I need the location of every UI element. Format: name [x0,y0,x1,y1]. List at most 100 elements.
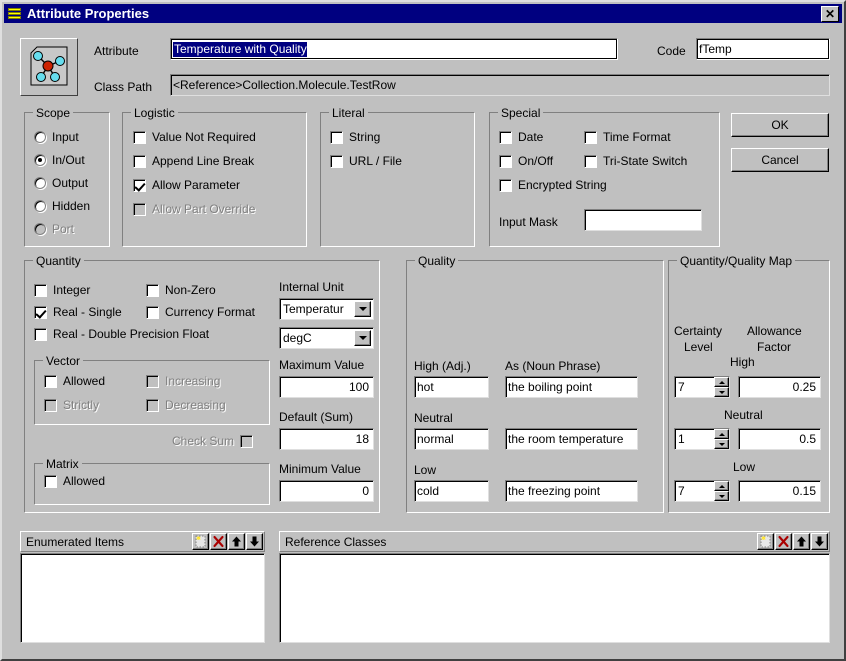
move-up-icon[interactable] [228,533,245,550]
spinner-buttons[interactable] [714,377,729,397]
ok-button[interactable]: OK [731,113,829,137]
checkbox-onoff[interactable]: On/Off [499,154,553,168]
high-allowance-value: 0.25 [793,381,816,393]
quality-low-adj-input[interactable]: cold [414,480,489,502]
radio-scope-input[interactable]: Input [34,130,79,144]
move-down-icon[interactable] [811,533,828,550]
low-certainty-spinner[interactable]: 7 [674,480,730,502]
new-item-icon[interactable] [192,533,209,550]
spinner-down-icon[interactable] [714,387,729,397]
radio-scope-output[interactable]: Output [34,176,88,190]
attribute-input[interactable]: Temperature with Quality [170,38,618,60]
checkbox-append-line-break-label: Append Line Break [152,154,254,168]
checkbox-indicator [133,155,146,168]
unit-combo[interactable]: degC [279,327,374,349]
checkbox-indicator [584,131,597,144]
enumerated-items-list[interactable] [20,553,265,643]
quality-high-adj-input[interactable]: hot [414,376,489,398]
quality-neutral-noun-input[interactable]: the room temperature [505,428,638,450]
close-icon[interactable]: ✕ [821,6,839,22]
checkbox-time-format[interactable]: Time Format [584,130,671,144]
move-down-icon[interactable] [246,533,263,550]
quality-high-noun-input[interactable]: the boiling point [505,376,638,398]
checkbox-indicator [44,475,57,488]
checkbox-matrix-allowed[interactable]: Allowed [44,474,105,488]
minimum-value-text: 0 [362,485,369,497]
new-item-icon[interactable] [757,533,774,550]
enumerated-items-title: Enumerated Items [26,535,124,549]
quality-low-adj-value: cold [417,485,439,497]
default-sum-input[interactable]: 18 [279,428,374,450]
spinner-up-icon[interactable] [714,481,729,491]
delete-item-icon[interactable] [775,533,792,550]
code-input[interactable]: fTemp [696,38,830,60]
cancel-button[interactable]: Cancel [731,148,829,172]
checkbox-allow-part-override-label: Allow Part Override [152,202,255,216]
checkbox-currency-format[interactable]: Currency Format [146,305,255,319]
high-allowance-input[interactable]: 0.25 [738,376,821,398]
quality-low-noun-input[interactable]: the freezing point [505,480,638,502]
checkbox-indicator [499,179,512,192]
literal-caption: Literal [329,106,368,120]
checkbox-append-line-break[interactable]: Append Line Break [133,154,254,168]
radio-indicator [34,177,46,189]
chevron-down-icon[interactable] [354,330,371,346]
checkbox-indicator [240,435,253,448]
spinner-buttons[interactable] [714,429,729,449]
checkbox-indicator [133,203,146,216]
maximum-value-text: 100 [349,381,369,393]
quality-high-noun-value: the boiling point [508,381,592,393]
checkbox-date[interactable]: Date [499,130,543,144]
checkbox-vector-increasing-label: Increasing [165,374,220,388]
checkbox-vector-increasing: Increasing [146,374,220,388]
delete-item-icon[interactable] [210,533,227,550]
checkbox-indicator [34,284,47,297]
spinner-up-icon[interactable] [714,429,729,439]
checkbox-indicator [584,155,597,168]
title-bar: Attribute Properties ✕ [4,4,842,23]
spinner-up-icon[interactable] [714,377,729,387]
spinner-down-icon[interactable] [714,491,729,501]
checkbox-indicator [146,284,159,297]
high-certainty-value: 7 [678,380,685,394]
radio-scope-inout[interactable]: In/Out [34,153,85,167]
checkbox-real-double[interactable]: Real - Double Precision Float [34,327,209,341]
checkbox-real-single-label: Real - Single [53,305,122,319]
neutral-allowance-input[interactable]: 0.5 [738,428,821,450]
low-allowance-input[interactable]: 0.15 [738,480,821,502]
checkbox-indicator [133,131,146,144]
certainty-level-label-line1: Certainty [674,324,722,338]
checkbox-indicator [44,375,57,388]
checkbox-value-not-required[interactable]: Value Not Required [133,130,256,144]
maximum-value-input[interactable]: 100 [279,376,374,398]
checkbox-tri-state-switch[interactable]: Tri-State Switch [584,154,687,168]
minimum-value-input[interactable]: 0 [279,480,374,502]
checkbox-vector-allowed[interactable]: Allowed [44,374,105,388]
checkbox-url-file[interactable]: URL / File [330,154,402,168]
radio-indicator [34,154,46,166]
checkbox-encrypted-string[interactable]: Encrypted String [499,178,607,192]
reference-classes-header: Reference Classes [279,531,830,552]
checkbox-indicator [330,155,343,168]
neutral-certainty-spinner[interactable]: 1 [674,428,730,450]
move-up-icon[interactable] [793,533,810,550]
checkbox-currency-format-label: Currency Format [165,305,255,319]
checkbox-real-single[interactable]: Real - Single [34,305,122,319]
checkbox-non-zero[interactable]: Non-Zero [146,283,216,297]
checkbox-allow-parameter[interactable]: Allow Parameter [133,178,240,192]
checkbox-integer[interactable]: Integer [34,283,90,297]
quality-high-label: High (Adj.) [414,359,471,373]
checkbox-string[interactable]: String [330,130,380,144]
internal-unit-combo[interactable]: Temperatur [279,298,374,320]
input-mask-input[interactable] [584,209,702,231]
internal-unit-value: Temperatur [283,302,344,316]
spinner-buttons[interactable] [714,481,729,501]
high-certainty-spinner[interactable]: 7 [674,376,730,398]
chevron-down-icon[interactable] [354,301,371,317]
radio-scope-hidden[interactable]: Hidden [34,199,90,213]
internal-unit-label: Internal Unit [279,280,344,294]
spinner-down-icon[interactable] [714,439,729,449]
reference-classes-list[interactable] [279,553,830,643]
quality-neutral-adj-input[interactable]: normal [414,428,489,450]
neutral-allowance-value: 0.5 [799,433,816,445]
